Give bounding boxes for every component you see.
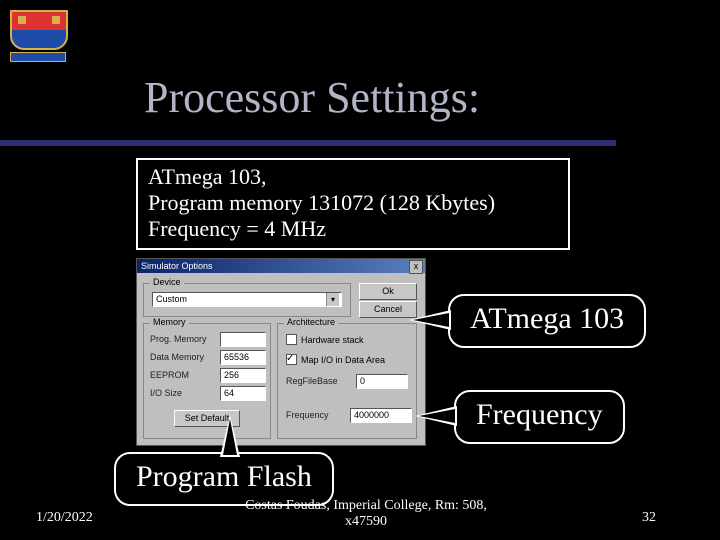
dialog-titlebar: Simulator Options x [137, 259, 425, 273]
device-select[interactable]: Custom [152, 292, 342, 307]
device-legend: Device [150, 277, 184, 287]
data-memory-field[interactable]: 65536 [220, 350, 266, 365]
close-button[interactable]: x [409, 260, 423, 274]
device-group: Device Custom [143, 283, 351, 317]
simulator-options-dialog: Simulator Options x Device Custom Ok Can… [136, 258, 426, 446]
frequency-label: Frequency [286, 410, 329, 420]
crest-logo [10, 10, 68, 58]
architecture-group: Architecture Hardware stack Map I/O in D… [277, 323, 417, 439]
callout-frequency-tail [415, 406, 457, 426]
regfile-label: RegFileBase [286, 376, 338, 386]
spec-line-2: Program memory 131072 (128 Kbytes) [148, 190, 558, 216]
memory-group: Memory Prog. Memory Data Memory 65536 EE… [143, 323, 271, 439]
map-io-checkbox[interactable]: Map I/O in Data Area [286, 354, 385, 365]
hardware-stack-checkbox[interactable]: Hardware stack [286, 334, 364, 345]
spec-line-1: ATmega 103, [148, 164, 558, 190]
dialog-title: Simulator Options [141, 261, 213, 271]
io-size-label: I/O Size [150, 388, 182, 398]
title-underline [0, 140, 616, 146]
prog-memory-field[interactable] [220, 332, 266, 347]
spec-box: ATmega 103, Program memory 131072 (128 K… [136, 158, 570, 250]
slide: Processor Settings: ATmega 103, Program … [0, 0, 720, 540]
footer-page-number: 32 [642, 510, 656, 526]
eeprom-field[interactable]: 256 [220, 368, 266, 383]
memory-legend: Memory [150, 317, 189, 327]
spec-line-3: Frequency = 4 MHz [148, 216, 558, 242]
frequency-field[interactable]: 4000000 [350, 408, 412, 423]
ok-button[interactable]: Ok [359, 283, 417, 300]
footer-author: Costas Foudas, Imperial College, Rm: 508… [236, 498, 496, 530]
callout-frequency: Frequency [454, 390, 625, 444]
eeprom-label: EEPROM [150, 370, 189, 380]
prog-memory-label: Prog. Memory [150, 334, 207, 344]
footer-date: 1/20/2022 [36, 510, 93, 526]
callout-atmega-tail [409, 310, 451, 330]
architecture-legend: Architecture [284, 317, 338, 327]
data-memory-label: Data Memory [150, 352, 204, 362]
regfile-field[interactable]: 0 [356, 374, 408, 389]
slide-title: Processor Settings: [144, 72, 480, 123]
io-size-field[interactable]: 64 [220, 386, 266, 401]
callout-program-flash-tail [220, 415, 240, 457]
callout-atmega: ATmega 103 [448, 294, 646, 348]
